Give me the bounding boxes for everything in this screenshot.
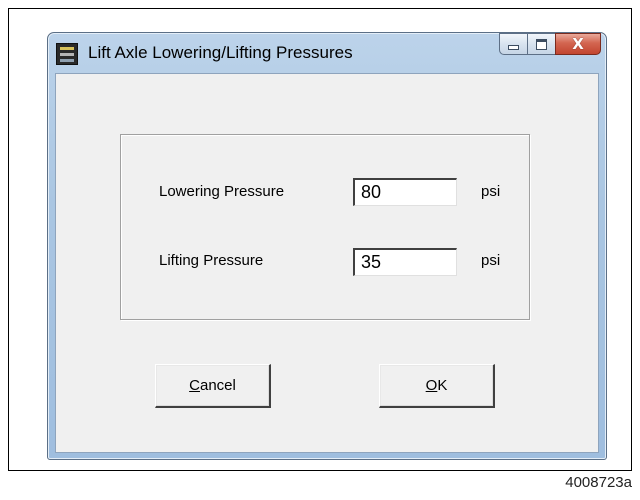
minimize-button[interactable]	[499, 33, 527, 55]
ok-button-label: OK	[425, 377, 448, 394]
minimize-icon	[508, 44, 519, 50]
window-title: Lift Axle Lowering/Lifting Pressures	[88, 43, 353, 62]
maximize-icon	[536, 38, 547, 50]
app-icon[interactable]	[56, 43, 78, 65]
close-button[interactable]: X	[555, 33, 601, 55]
cancel-button-label: Cancel	[189, 377, 236, 394]
caption-buttons: X	[499, 33, 601, 55]
title-bar[interactable]: Lift Axle Lowering/Lifting Pressures X	[48, 33, 606, 73]
lifting-pressure-input[interactable]	[353, 248, 457, 276]
maximize-button[interactable]	[527, 33, 555, 55]
dialog-window: Lift Axle Lowering/Lifting Pressures X L…	[47, 32, 607, 460]
lifting-pressure-label: Lifting Pressure	[159, 252, 264, 269]
lowering-pressure-label: Lowering Pressure	[159, 183, 285, 200]
lifting-pressure-unit: psi	[481, 252, 501, 269]
lowering-pressure-unit: psi	[481, 183, 501, 200]
cancel-button[interactable]: Cancel	[155, 364, 271, 408]
lowering-pressure-input[interactable]	[353, 178, 457, 206]
figure-id: 4008723a	[565, 474, 632, 491]
pressure-groupbox: Lowering Pressure psi Lifting Pressure p…	[120, 134, 530, 320]
close-icon: X	[572, 34, 584, 53]
ok-button[interactable]: OK	[379, 364, 495, 408]
dialog-client-area: Lowering Pressure psi Lifting Pressure p…	[55, 73, 599, 453]
